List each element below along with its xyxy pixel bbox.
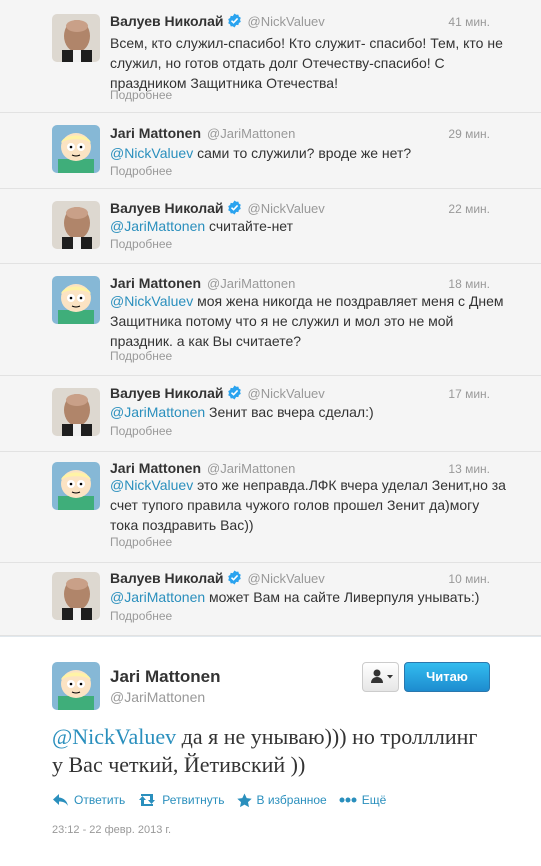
tweet-text-body: может Вам на сайте Ливерпуля унывать:) — [205, 589, 480, 605]
author-name-text[interactable]: Валуев Николай — [110, 570, 224, 586]
avatar-valuev[interactable] — [52, 14, 100, 62]
tweet-text-body: Всем, кто служил-спасибо! Кто служит- сп… — [110, 35, 503, 91]
tweet-text-body: Зенит вас вчера сделал:) — [205, 404, 374, 420]
author-name-text[interactable]: Jari Mattonen — [110, 460, 201, 476]
author-handle[interactable]: @JariMattonen — [207, 276, 295, 291]
follow-button[interactable]: Читаю — [404, 662, 490, 692]
tweet-timestamp[interactable]: 23:12 - 22 февр. 2013 г. — [52, 824, 171, 836]
author-handle[interactable]: @NickValuev — [248, 571, 325, 586]
author-name-text[interactable]: Валуев Николай — [110, 13, 224, 29]
author-name-text[interactable]: Jari Mattonen — [110, 275, 201, 291]
author-name[interactable]: Валуев Николай @NickValuev — [110, 200, 325, 216]
author-handle[interactable]: @NickValuev — [248, 201, 325, 216]
tweet-item[interactable]: Валуев Николай @NickValuev 10 мин. @JariM… — [0, 563, 541, 636]
expand-link[interactable]: Подробнее — [110, 164, 172, 178]
verified-badge-icon — [227, 13, 241, 28]
author-name-text[interactable]: Валуев Николай — [110, 200, 224, 216]
main-author-name[interactable]: Jari Mattonen — [110, 667, 221, 687]
tweet-item[interactable]: Jari Mattonen @JariMattonen 13 мин. @Nick… — [0, 452, 541, 563]
tweet-time[interactable]: 41 мин. — [448, 15, 490, 29]
author-name-text[interactable]: Jari Mattonen — [110, 125, 201, 141]
retweet-action[interactable]: Ретвитнуть — [137, 793, 225, 807]
avatar-jari[interactable] — [52, 125, 100, 173]
mention-link[interactable]: @JariMattonen — [110, 404, 205, 420]
author-name[interactable]: Валуев Николай @NickValuev — [110, 385, 325, 401]
tweet-text: @NickValuev моя жена никогда не поздравл… — [110, 291, 510, 351]
avatar-valuev[interactable] — [52, 572, 100, 620]
tweet-text: Всем, кто служил-спасибо! Кто служит- сп… — [110, 33, 510, 93]
author-handle[interactable]: @NickValuev — [248, 14, 325, 29]
author-name[interactable]: Jari Mattonen @JariMattonen — [110, 275, 295, 291]
author-handle[interactable]: @NickValuev — [248, 386, 325, 401]
tweet-time[interactable]: 17 мин. — [448, 387, 490, 401]
tweet-item[interactable]: Валуев Николай @NickValuev 41 мин. Всем, … — [0, 0, 541, 113]
more-dots-icon — [339, 797, 357, 803]
avatar-jari-main[interactable] — [52, 662, 100, 710]
avatar-jari[interactable] — [52, 462, 100, 510]
reply-icon — [53, 794, 68, 806]
author-name[interactable]: Валуев Николай @NickValuev — [110, 570, 325, 586]
tweet-item[interactable]: Jari Mattonen @JariMattonen 18 мин. @Nick… — [0, 264, 541, 376]
tweet-text: @JariMattonen может Вам на сайте Ливерпу… — [110, 587, 510, 607]
retweet-label[interactable]: Ретвитнуть — [162, 793, 224, 807]
tweet-time[interactable]: 13 мин. — [448, 462, 490, 476]
main-author-handle[interactable]: @JariMattonen — [110, 689, 205, 705]
tweet-actions: Ответить Ретвитнуть В избранное Ещё — [52, 791, 398, 809]
main-tweet-text: @NickValuev да я не унываю))) но троллли… — [52, 723, 482, 779]
author-name-text[interactable]: Валуев Николай — [110, 385, 224, 401]
author-handle[interactable]: @JariMattonen — [207, 126, 295, 141]
reply-action[interactable]: Ответить — [52, 793, 125, 807]
mention-link[interactable]: @NickValuev — [110, 145, 193, 161]
tweet-text: @JariMattonen считайте-нет — [110, 216, 510, 236]
verified-badge-icon — [227, 570, 241, 585]
tweet-time[interactable]: 29 мин. — [448, 127, 490, 141]
tweet-text: @NickValuev сами то служили? вроде же не… — [110, 143, 510, 163]
mention-link[interactable]: @NickValuev — [110, 477, 193, 493]
main-tweet: Jari Mattonen @JariMattonen Читаю @NickV… — [0, 636, 541, 866]
user-dropdown-icon — [371, 669, 393, 683]
expand-link[interactable]: Подробнее — [110, 349, 172, 363]
author-handle[interactable]: @JariMattonen — [207, 461, 295, 476]
tweet-text: @NickValuev это же неправда.ЛФК вчера уд… — [110, 475, 510, 535]
star-icon — [236, 793, 252, 807]
mention-link[interactable]: @NickValuev — [52, 724, 176, 749]
tweet-text-body: сами то служили? вроде же нет? — [193, 145, 412, 161]
expand-link[interactable]: Подробнее — [110, 88, 172, 102]
author-name[interactable]: Jari Mattonen @JariMattonen — [110, 125, 295, 141]
tweet-time[interactable]: 22 мин. — [448, 202, 490, 216]
tweet-item[interactable]: Jari Mattonen @JariMattonen 29 мин. @Nick… — [0, 113, 541, 189]
author-name[interactable]: Валуев Николай @NickValuev — [110, 13, 325, 29]
mention-link[interactable]: @JariMattonen — [110, 218, 205, 234]
conversation-thread: Валуев Николай @NickValuev 41 мин. Всем, … — [0, 0, 541, 866]
tweet-text-body: считайте-нет — [205, 218, 294, 234]
tweet-item[interactable]: Валуев Николай @NickValuev 17 мин. @JariM… — [0, 376, 541, 452]
expand-link[interactable]: Подробнее — [110, 237, 172, 251]
expand-link[interactable]: Подробнее — [110, 609, 172, 623]
more-action[interactable]: Ещё — [339, 793, 387, 807]
more-label[interactable]: Ещё — [362, 793, 387, 807]
avatar-jari[interactable] — [52, 276, 100, 324]
verified-badge-icon — [227, 200, 241, 215]
author-name[interactable]: Jari Mattonen @JariMattonen — [110, 460, 295, 476]
expand-link[interactable]: Подробнее — [110, 535, 172, 549]
tweet-item[interactable]: Валуев Николай @NickValuev 22 мин. @JariM… — [0, 189, 541, 264]
user-dropdown-button[interactable] — [362, 662, 399, 692]
retweet-icon — [139, 794, 156, 806]
mention-link[interactable]: @NickValuev — [110, 293, 193, 309]
favorite-action[interactable]: В избранное — [236, 793, 327, 808]
tweet-time[interactable]: 10 мин. — [448, 572, 490, 586]
verified-badge-icon — [227, 385, 241, 400]
mention-link[interactable]: @JariMattonen — [110, 589, 205, 605]
avatar-valuev[interactable] — [52, 201, 100, 249]
favorite-label[interactable]: В избранное — [257, 793, 327, 807]
reply-label[interactable]: Ответить — [74, 793, 125, 807]
tweet-text: @JariMattonen Зенит вас вчера сделал:) — [110, 402, 510, 422]
avatar-valuev[interactable] — [52, 388, 100, 436]
expand-link[interactable]: Подробнее — [110, 424, 172, 438]
tweet-time[interactable]: 18 мин. — [448, 277, 490, 291]
